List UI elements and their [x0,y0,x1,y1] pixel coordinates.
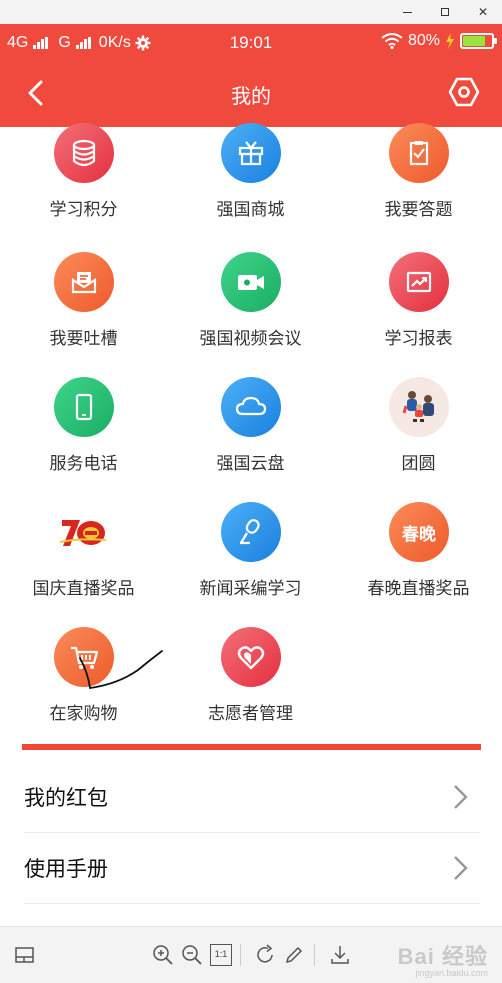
zoom-in-icon[interactable] [152,944,174,966]
pen-icon[interactable] [283,944,305,966]
grid-item-label: 强国商城 [216,200,285,220]
gift-box-icon [221,123,281,183]
grid-item-news-study[interactable]: 新闻采编学习 [167,502,334,627]
nav-bar: 我的 [0,62,502,126]
family-reunion-icon [389,377,449,437]
app-header: 4G G 0K/s 19:01 80% 我的 [0,24,502,127]
window-title-bar: ✕ [0,0,502,24]
grid-item-quiz[interactable]: 我要答题 [335,123,502,252]
list-item-red-packet[interactable]: 我的红包 [24,762,480,833]
close-button[interactable]: ✕ [464,1,502,23]
mail-message-icon [54,252,114,312]
status-right: 80% [381,32,497,50]
grid-item-label: 强国云盘 [216,454,285,474]
chevron-right-icon [454,785,468,809]
battery-icon [460,33,497,49]
grid-item-video-meeting[interactable]: 强国视频会议 [167,252,334,377]
settings-icon[interactable] [448,76,480,108]
grid-item-label: 团圆 [401,454,436,474]
maximize-button[interactable] [426,1,464,23]
grid-item-store[interactable]: 强国商城 [167,123,334,252]
microphone-icon [221,502,281,562]
download-icon[interactable] [329,944,351,966]
grid-item-label: 国庆直播奖品 [32,579,135,599]
grid-item-spring-gala-prize[interactable]: 春晚 春晚直播奖品 [335,502,502,627]
anniversary-70-icon [54,502,114,562]
spring-gala-icon: 春晚 [389,502,449,562]
page-title: 我的 [231,84,271,108]
thumbnail-panel-icon[interactable] [14,944,36,966]
charging-icon [446,33,454,49]
trend-chart-icon [389,252,449,312]
grid-item-label: 新闻采编学习 [199,579,302,599]
battery-percent: 80% [407,32,440,49]
actual-size-icon[interactable]: 1:1 [210,944,232,966]
grid-item-service-phone[interactable]: 服务电话 [0,377,167,502]
list-item-user-manual[interactable]: 使用手册 [24,833,480,904]
rotate-icon[interactable] [254,944,276,966]
grid-item-report[interactable]: 学习报表 [335,252,502,377]
list-item-label: 使用手册 [24,857,108,881]
database-icon [54,123,114,183]
minimize-icon [402,11,412,13]
grid-item-label: 强国视频会议 [199,329,302,349]
grid-item-national-day-prize[interactable]: 国庆直播奖品 [0,502,167,627]
grid-item-label: 学习积分 [49,200,118,220]
section-divider [22,744,481,750]
watermark: Bai 经验 jingyan.baidu.com [398,939,488,978]
grid-item-volunteer[interactable]: 志愿者管理 [167,627,334,752]
spring-gala-icon-text: 春晚 [402,524,436,545]
screenshot-frame: ✕ 4G G 0K/s 19:01 80% 我的 学习积分 强国商城 我要答题 … [0,0,502,983]
video-camera-icon [221,252,281,312]
minimize-button[interactable] [388,1,426,23]
grid-item-study-points[interactable]: 学习积分 [0,123,167,252]
maximize-icon [441,8,449,16]
battery-fill [463,36,486,46]
status-bar: 4G G 0K/s 19:01 80% [0,24,502,62]
grid-item-cloud-drive[interactable]: 强国云盘 [167,377,334,502]
grid-item-label: 我要吐槽 [49,329,118,349]
grid-item-label: 学习报表 [384,329,453,349]
heart-icon [221,627,281,687]
grid-item-label: 我要答题 [384,200,453,220]
grid-item-feedback[interactable]: 我要吐槽 [0,252,167,377]
grid-item-label: 服务电话 [49,454,118,474]
chevron-right-icon [454,856,468,880]
zoom-out-icon[interactable] [181,944,203,966]
viewer-toolbar: 1:1 Bai 经验 jingyan.baidu.com [0,926,502,983]
toolbar-separator [240,944,241,966]
grid-item-label: 志愿者管理 [208,704,293,724]
cloud-icon [221,377,281,437]
annotation-stroke [79,650,163,690]
grid-item-label: 在家购物 [49,704,118,724]
grid-item-reunion[interactable]: 团圆 [335,377,502,502]
toolbar-separator [314,944,315,966]
clipboard-check-icon [389,123,449,183]
wifi-icon [381,33,403,49]
grid-item-label: 春晚直播奖品 [367,579,470,599]
list-item-label: 我的红包 [24,786,108,810]
close-icon: ✕ [477,5,489,19]
watermark-subtext: jingyan.baidu.com [415,968,488,978]
watermark-text: Bai 经验 [397,944,488,969]
phone-icon [54,377,114,437]
